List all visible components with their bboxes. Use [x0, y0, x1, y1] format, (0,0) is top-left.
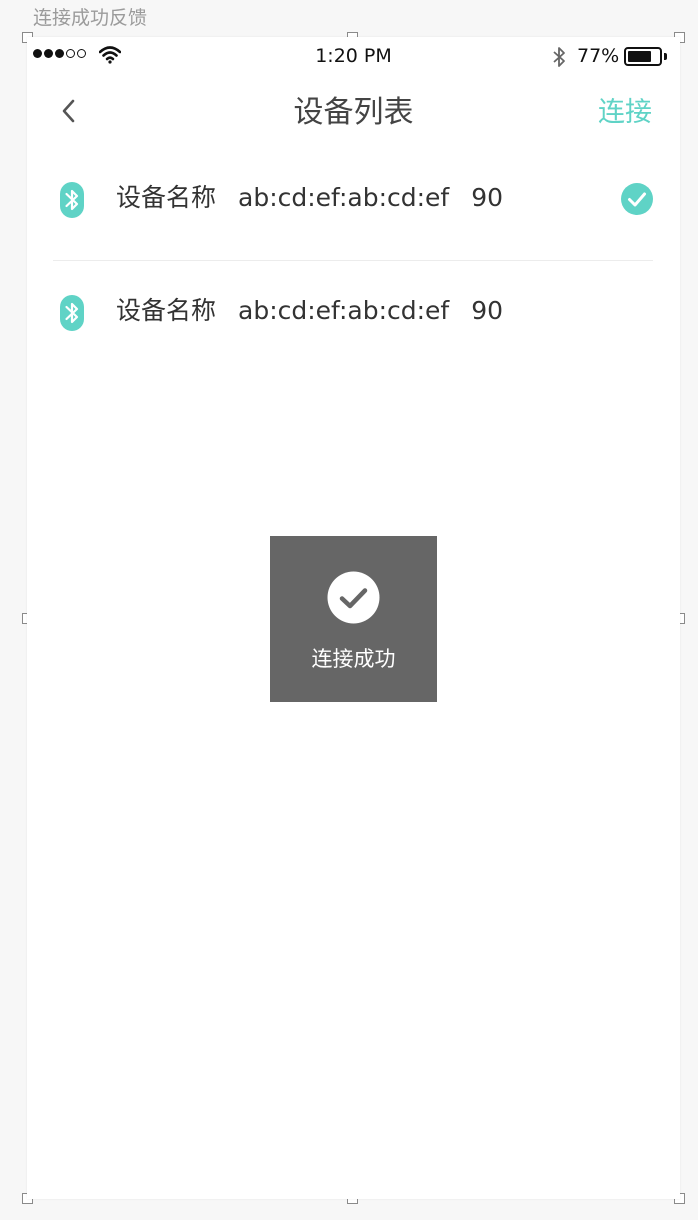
device-list-item[interactable]: 设备名称 ab:cd:ef:ab:cd:ef 90	[27, 149, 680, 259]
device-info: 设备名称 ab:cd:ef:ab:cd:ef 90	[116, 180, 503, 216]
device-mac: ab:cd:ef:ab:cd:ef	[238, 296, 450, 325]
check-circle-icon	[620, 182, 654, 220]
device-list-item[interactable]: 设备名称 ab:cd:ef:ab:cd:ef 90	[27, 262, 680, 372]
nav-bar: 设备列表 连接	[27, 77, 680, 149]
device-rssi: 90	[471, 183, 504, 212]
status-bar: 1:20 PM 77%	[27, 37, 680, 77]
battery-level-fill	[628, 51, 651, 62]
artboard-label: 连接成功反馈	[33, 7, 148, 29]
success-toast: 连接成功	[270, 536, 437, 702]
battery-icon	[624, 47, 662, 66]
device-info: 设备名称 ab:cd:ef:ab:cd:ef 90	[116, 293, 503, 329]
bluetooth-icon	[59, 294, 85, 336]
bluetooth-icon	[551, 45, 567, 73]
page-title: 设备列表	[293, 95, 414, 130]
device-rssi: 90	[471, 296, 504, 325]
bluetooth-icon	[59, 181, 85, 223]
toast-message: 连接成功	[311, 647, 396, 671]
device-name: 设备名称	[116, 183, 217, 212]
row-divider	[53, 260, 653, 261]
phone-screen: 1:20 PM 77% 设备列表 连接 设备名称 ab:cd:ef:ab:cd:…	[27, 37, 680, 1199]
battery-tip	[664, 53, 667, 60]
battery-percent: 77%	[577, 45, 620, 67]
connect-button[interactable]: 连接	[598, 93, 652, 133]
device-name: 设备名称	[116, 296, 217, 325]
check-circle-icon	[327, 571, 380, 628]
device-mac: ab:cd:ef:ab:cd:ef	[238, 183, 450, 212]
